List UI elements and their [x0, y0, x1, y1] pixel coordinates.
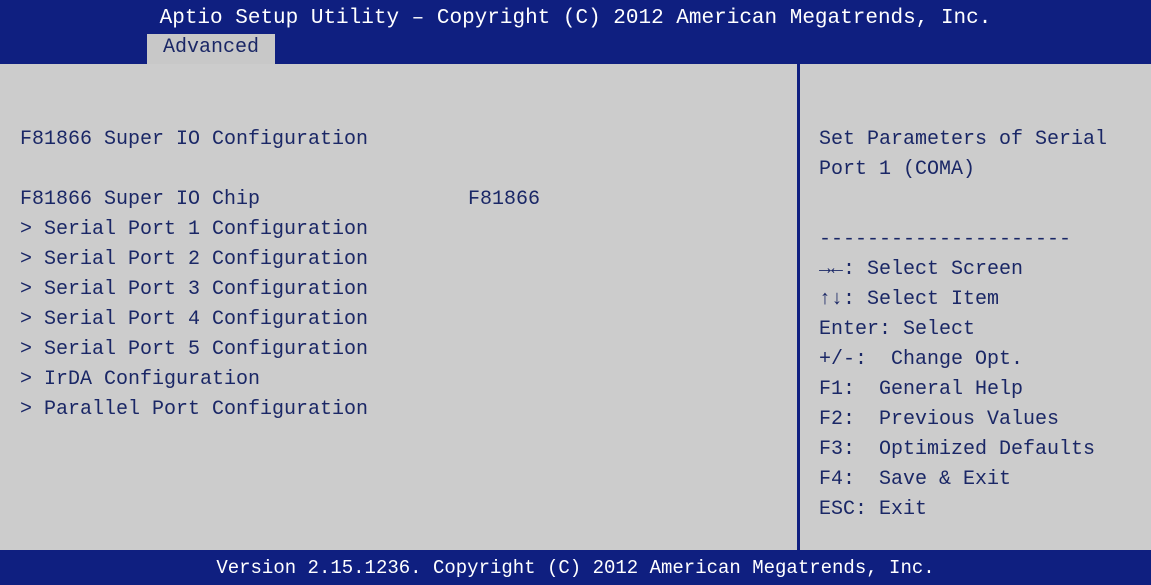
key-help-f3: F3: Optimized Defaults	[819, 438, 1096, 461]
help-description-line-2: Port 1 (COMA)	[819, 158, 976, 181]
help-description-line-1: Set Parameters of Serial	[819, 128, 1108, 151]
menu-item-serial-port-2[interactable]: > Serial Port 2 Configuration	[20, 246, 368, 274]
key-help-f4: F4: Save & Exit	[819, 468, 1012, 491]
key-help-f1: F1: General Help	[819, 378, 1024, 401]
left-right-arrows-icon: →←	[819, 258, 844, 281]
super-io-chip-label: F81866 Super IO Chip	[20, 188, 261, 211]
key-help-select-item: ↑↓: Select Item	[819, 286, 999, 314]
title-bar: Aptio Setup Utility – Copyright (C) 2012…	[0, 0, 1151, 64]
key-help-f2: F2: Previous Values	[819, 408, 1060, 431]
key-help-enter: Enter: Select	[819, 318, 976, 341]
up-down-arrows-icon: ↑↓	[819, 288, 844, 311]
menu-item-serial-port-4[interactable]: > Serial Port 4 Configuration	[20, 306, 368, 334]
key-help-esc: ESC: Exit	[819, 498, 928, 521]
menu-item-serial-port-5[interactable]: > Serial Port 5 Configuration	[20, 336, 368, 364]
utility-title: Aptio Setup Utility – Copyright (C) 2012…	[159, 7, 992, 30]
menu-item-parallel-port[interactable]: > Parallel Port Configuration	[20, 396, 368, 424]
tab-advanced[interactable]: Advanced	[147, 34, 275, 64]
version-text: Version 2.15.1236. Copyright (C) 2012 Am…	[216, 557, 935, 579]
status-bar: Version 2.15.1236. Copyright (C) 2012 Am…	[0, 550, 1151, 585]
super-io-chip-value: F81866	[468, 188, 541, 211]
key-help-change-opt: +/-: Change Opt.	[819, 348, 1024, 371]
section-title: F81866 Super IO Configuration	[20, 128, 369, 151]
help-separator: ---------------------	[819, 228, 1072, 251]
menu-item-serial-port-3[interactable]: > Serial Port 3 Configuration	[20, 276, 368, 304]
menu-item-serial-port-1[interactable]: > Serial Port 1 Configuration	[20, 216, 368, 244]
menu-item-irda[interactable]: > IrDA Configuration	[20, 366, 260, 394]
main-panel: F81866 Super IO Configuration F81866 Sup…	[0, 64, 797, 550]
help-panel: Set Parameters of Serial Port 1 (COMA) -…	[800, 64, 1151, 550]
key-help-select-screen: →←: Select Screen	[819, 256, 1023, 284]
